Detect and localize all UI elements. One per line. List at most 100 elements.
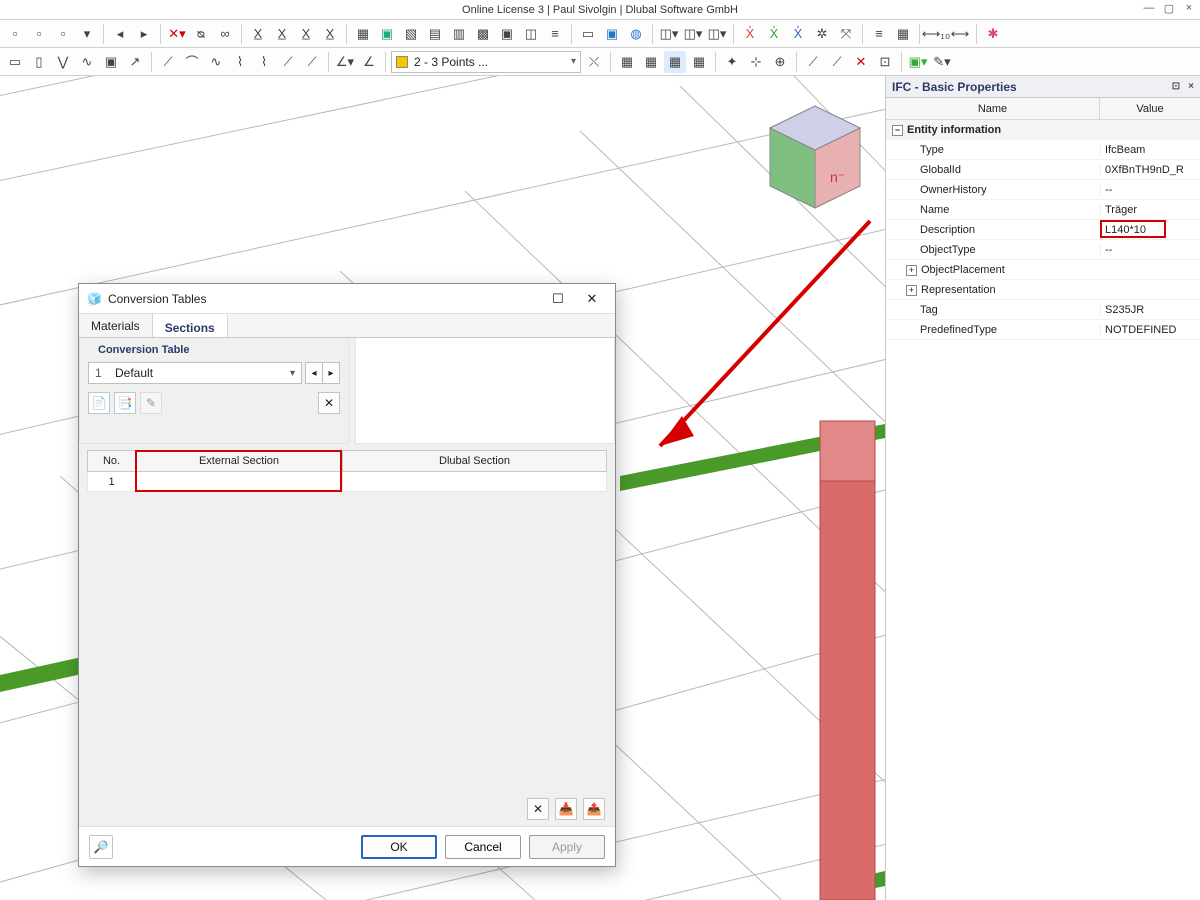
line-icon[interactable]: ⟋ xyxy=(157,51,179,73)
expand-icon[interactable]: + xyxy=(906,285,917,296)
grid-active-icon[interactable]: ▦ xyxy=(664,51,686,73)
x-axis-icon[interactable]: X͐ xyxy=(739,23,761,45)
draw-icon[interactable]: ▯ xyxy=(28,51,50,73)
trim2-icon[interactable]: ⟋ xyxy=(826,51,848,73)
apply-button[interactable]: Apply xyxy=(529,835,605,859)
sphere-icon[interactable]: ◍ xyxy=(625,23,647,45)
grid3-icon[interactable]: ▦ xyxy=(688,51,710,73)
atom-icon[interactable]: ✱ xyxy=(982,23,1004,45)
draw-icon[interactable]: ↗ xyxy=(124,51,146,73)
tool-icon[interactable]: ▫ xyxy=(52,23,74,45)
grid2-icon[interactable]: ▦ xyxy=(640,51,662,73)
filter-icon[interactable]: ◫▾ xyxy=(658,23,680,45)
dialog-close[interactable]: ✕ xyxy=(577,288,607,310)
row-dlubal-cell[interactable] xyxy=(343,472,606,491)
next-table[interactable]: ▸ xyxy=(322,362,340,384)
collapse-icon[interactable]: − xyxy=(892,125,903,136)
draw-icon[interactable]: ▣ xyxy=(100,51,122,73)
window-restore[interactable]: ▢ xyxy=(1162,2,1176,15)
angle2-icon[interactable]: ∠ xyxy=(358,51,380,73)
edge-icon[interactable]: ⟋ xyxy=(277,51,299,73)
delete-icon[interactable]: ✕▾ xyxy=(166,23,188,45)
shade-icon[interactable]: ▥ xyxy=(448,23,470,45)
check-icon[interactable]: ▣▾ xyxy=(907,51,929,73)
origin-icon[interactable]: ✲ xyxy=(811,23,833,45)
axis-xyz-icon[interactable]: X̲ xyxy=(319,23,341,45)
copy-table-icon[interactable]: 📑 xyxy=(114,392,136,414)
row-external-cell[interactable] xyxy=(136,472,343,491)
mesh-icon[interactable]: ▦ xyxy=(892,23,914,45)
render-icon[interactable]: ▩ xyxy=(472,23,494,45)
expand-icon[interactable]: + xyxy=(906,265,917,276)
filter3-icon[interactable]: ◫▾ xyxy=(706,23,728,45)
cancel-button[interactable]: Cancel xyxy=(445,835,521,859)
spline-icon[interactable]: ∿ xyxy=(205,51,227,73)
measure-icon[interactable]: ⟷ xyxy=(949,23,971,45)
ok-button[interactable]: OK xyxy=(361,835,437,859)
angle-icon[interactable]: ∠▾ xyxy=(334,51,356,73)
prop-val: -- xyxy=(1100,184,1200,196)
grid-icon[interactable]: ▦ xyxy=(352,23,374,45)
draw-icon[interactable]: ∿ xyxy=(76,51,98,73)
snap2-icon[interactable]: ⊹ xyxy=(745,51,767,73)
edit-icon[interactable]: ✎▾ xyxy=(931,51,953,73)
snap-mode-combo[interactable]: 2 - 3 Points ... ▾ xyxy=(391,51,581,73)
delete-table-icon[interactable]: ✕ xyxy=(318,392,340,414)
axis-z-icon[interactable]: X̲ xyxy=(295,23,317,45)
dialog-maximize[interactable]: ☐ xyxy=(543,288,573,310)
axis-x-icon[interactable]: X̲ xyxy=(247,23,269,45)
prev-table[interactable]: ◂ xyxy=(305,362,323,384)
tool-icon[interactable]: ▫ xyxy=(4,23,26,45)
new-table-icon[interactable]: 📄 xyxy=(88,392,110,414)
panel-pin-icon[interactable]: ⊡ xyxy=(1172,81,1180,92)
conversion-table-select[interactable]: 1 Default ▾ xyxy=(88,362,302,384)
draw-icon[interactable]: ▭ xyxy=(4,51,26,73)
import-icon[interactable]: 📥 xyxy=(555,798,577,820)
lines-icon[interactable]: ≡ xyxy=(868,23,890,45)
axis-y-icon[interactable]: X̲ xyxy=(271,23,293,45)
box-icon[interactable]: ▣ xyxy=(601,23,623,45)
axes-icon[interactable]: ⤬ xyxy=(583,51,605,73)
wireframe-icon[interactable]: ▧ xyxy=(400,23,422,45)
nav-next-icon[interactable]: ▸ xyxy=(133,23,155,45)
snap-icon[interactable]: ✦ xyxy=(721,51,743,73)
poly-icon[interactable]: ⌇ xyxy=(229,51,251,73)
y-axis-icon[interactable]: X͐ xyxy=(763,23,785,45)
poly2-icon[interactable]: ⌇ xyxy=(253,51,275,73)
grid1-icon[interactable]: ▦ xyxy=(616,51,638,73)
edit-table-icon[interactable]: ✎ xyxy=(140,392,162,414)
edge-icon[interactable]: ⟋ xyxy=(301,51,323,73)
tool-icon[interactable]: ▾ xyxy=(76,23,98,45)
export-icon[interactable]: 📤 xyxy=(583,798,605,820)
filter2-icon[interactable]: ◫▾ xyxy=(682,23,704,45)
help-icon[interactable]: 🔎 xyxy=(89,835,113,859)
arc-icon[interactable]: ⌒ xyxy=(181,51,203,73)
layers-icon[interactable]: ≡ xyxy=(544,23,566,45)
select-icon[interactable]: ▭ xyxy=(577,23,599,45)
clip-icon[interactable]: ◫ xyxy=(520,23,542,45)
more-icon[interactable]: ⊡ xyxy=(874,51,896,73)
properties-tree[interactable]: −Entity information TypeIfcBeam GlobalId… xyxy=(886,120,1200,900)
nav-prev-icon[interactable]: ◂ xyxy=(109,23,131,45)
snap3-icon[interactable]: ⊕ xyxy=(769,51,791,73)
draw-icon[interactable]: ⋁ xyxy=(52,51,74,73)
window-close[interactable]: × xyxy=(1182,2,1196,15)
z-axis-icon[interactable]: X͐ xyxy=(787,23,809,45)
infinity-icon[interactable]: ∞ xyxy=(214,23,236,45)
sections-grid-row[interactable]: 1 xyxy=(87,472,607,492)
section-icon[interactable]: ▤ xyxy=(424,23,446,45)
trim-icon[interactable]: ⟋ xyxy=(802,51,824,73)
view-cube[interactable]: n⁻ xyxy=(770,106,860,208)
cube-icon[interactable]: ▣ xyxy=(376,23,398,45)
delete2-icon[interactable]: ✕ xyxy=(850,51,872,73)
panel-close-icon[interactable]: × xyxy=(1188,81,1194,92)
clear-row-icon[interactable]: ✕ xyxy=(527,798,549,820)
view-icon[interactable]: ▣ xyxy=(496,23,518,45)
tool-icon[interactable]: ▫ xyxy=(28,23,50,45)
tab-sections[interactable]: Sections xyxy=(153,314,228,337)
window-minimize[interactable]: — xyxy=(1142,2,1156,15)
coord-icon[interactable]: ⤧ xyxy=(835,23,857,45)
link-icon[interactable]: ᴓ xyxy=(190,23,212,45)
tab-materials[interactable]: Materials xyxy=(79,314,153,337)
dim-icon[interactable]: ⟷₁₀ xyxy=(925,23,947,45)
